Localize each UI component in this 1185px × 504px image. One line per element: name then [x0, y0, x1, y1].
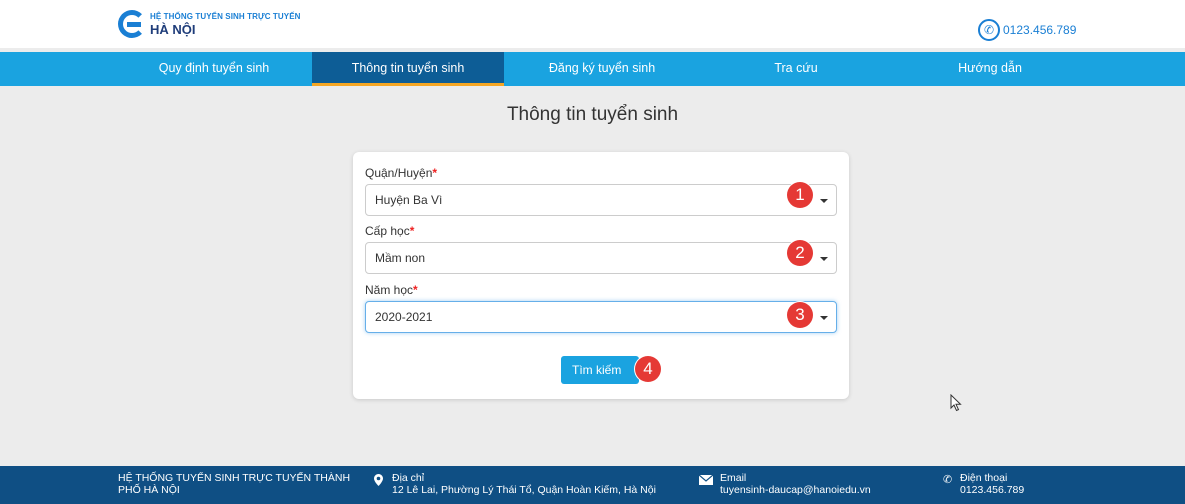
required-mark: * [432, 166, 438, 180]
phone-icon: ✆ [943, 474, 953, 486]
footer-email-label: Email [720, 472, 747, 484]
year-select[interactable]: 2020-2021 [365, 301, 837, 333]
caret-down-icon [820, 199, 828, 203]
footer-email-value[interactable]: tuyensinh-daucap@hanoiedu.vn [720, 484, 871, 496]
footer-address-value: 12 Lê Lai, Phường Lý Thái Tổ, Quận Hoàn … [392, 484, 656, 496]
level-label: Cấp học* [365, 224, 414, 238]
header-phone-number: 0123.456.789 [1003, 23, 1077, 37]
step-badge-3: 3 [787, 302, 813, 328]
header-phone[interactable]: ✆ 0123.456.789 [978, 19, 1076, 41]
footer-phone-label: Điện thoại [960, 472, 1008, 484]
search-button[interactable]: Tìm kiếm [561, 356, 639, 384]
footer-org-line2: PHỐ HÀ NỘI [118, 484, 180, 496]
footer-address: Địa chỉ 12 Lê Lai, Phường Lý Thái Tổ, Qu… [392, 472, 656, 496]
footer-org-line1: HỆ THỐNG TUYỂN SINH TRỰC TUYẾN THÀNH [118, 472, 351, 484]
district-label: Quận/Huyện* [365, 166, 437, 180]
top-header: HỆ THỐNG TUYỂN SINH TRỰC TUYẾN HÀ NỘI ✆ … [0, 0, 1185, 48]
level-label-text: Cấp học [365, 224, 410, 238]
main-nav: Quy định tuyển sinh Thông tin tuyển sinh… [0, 52, 1185, 86]
year-select-value: 2020-2021 [375, 310, 433, 324]
required-mark: * [409, 224, 415, 238]
caret-down-icon [820, 316, 828, 320]
district-select-value: Huyện Ba Vì [375, 193, 443, 207]
step-badge-4: 4 [635, 356, 661, 382]
site-logo[interactable]: HỆ THỐNG TUYỂN SINH TRỰC TUYẾN HÀ NỘI [118, 10, 301, 38]
page-title: Thông tin tuyển sinh [506, 104, 679, 125]
footer-phone: Điện thoại 0123.456.789 [960, 472, 1024, 496]
level-select-value: Mầm non [375, 251, 426, 265]
nav-item-huong-dan[interactable]: Hướng dẫn [894, 52, 1086, 86]
year-label: Năm học* [365, 283, 418, 297]
logo-mark-icon [118, 10, 146, 38]
envelope-icon [699, 475, 713, 485]
footer-email: Email tuyensinh-daucap@hanoiedu.vn [720, 472, 871, 496]
footer-phone-value: 0123.456.789 [960, 484, 1025, 496]
logo-line2: HÀ NỘI [150, 21, 196, 37]
step-badge-1: 1 [787, 182, 813, 208]
district-label-text: Quận/Huyện [365, 166, 433, 180]
district-select[interactable]: Huyện Ba Vì [365, 184, 837, 216]
map-pin-icon [374, 474, 383, 486]
nav-item-dang-ky[interactable]: Đăng ký tuyển sinh [506, 52, 698, 86]
logo-text: HỆ THỐNG TUYỂN SINH TRỰC TUYẾN HÀ NỘI [150, 11, 301, 37]
footer: HỆ THỐNG TUYỂN SINH TRỰC TUYẾN THÀNH PHỐ… [0, 466, 1185, 504]
required-mark: * [413, 283, 418, 297]
logo-line1: HỆ THỐNG TUYỂN SINH TRỰC TUYẾN [150, 11, 301, 21]
nav-item-tra-cuu[interactable]: Tra cứu [700, 52, 892, 86]
step-badge-2: 2 [787, 240, 813, 266]
caret-down-icon [820, 257, 828, 261]
search-form-card: Quận/Huyện* Huyện Ba Vì 1 Cấp học* Mầm n… [353, 152, 849, 399]
level-select[interactable]: Mầm non [365, 242, 837, 274]
year-label-text: Năm học [365, 283, 414, 297]
nav-item-thong-tin[interactable]: Thông tin tuyển sinh [312, 52, 504, 86]
footer-address-label: Địa chỉ [392, 472, 425, 484]
phone-icon: ✆ [978, 19, 1000, 41]
nav-item-quy-dinh[interactable]: Quy định tuyển sinh [118, 52, 310, 86]
footer-org: HỆ THỐNG TUYỂN SINH TRỰC TUYẾN THÀNH PHỐ… [118, 472, 350, 496]
mouse-cursor-icon [950, 394, 962, 412]
